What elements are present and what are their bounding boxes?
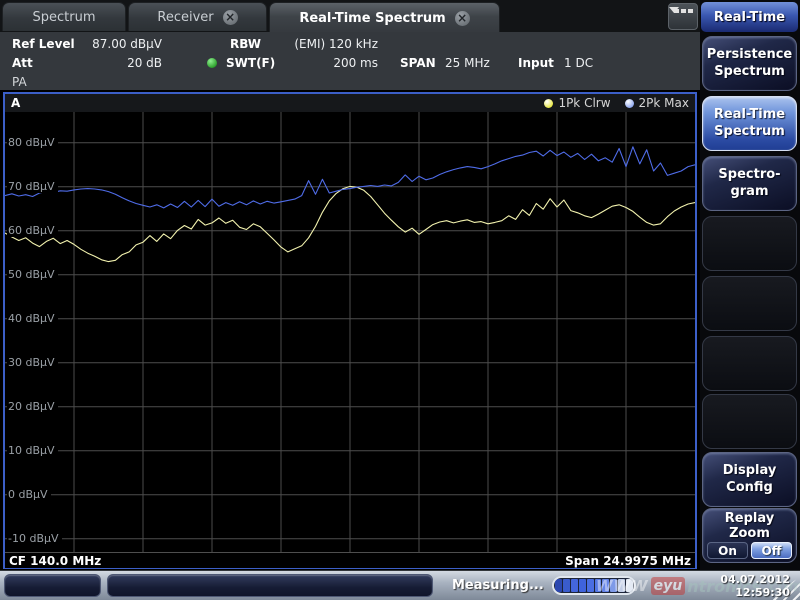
softkey-spectrogram[interactable]: Spectro- gram bbox=[702, 156, 797, 211]
status-field-1 bbox=[4, 574, 101, 597]
softkey-empty-4 bbox=[702, 394, 797, 449]
span-readout[interactable]: Span 24.9975 MHz bbox=[565, 554, 691, 568]
progress-segment bbox=[579, 579, 586, 592]
softkey-menu-title: Real-Time bbox=[701, 2, 798, 32]
tab-label: Spectrum bbox=[33, 10, 96, 25]
date-time-display: 04.07.2012 12:59:30 bbox=[720, 573, 790, 599]
y-axis-label: 30 dBµV bbox=[7, 356, 58, 369]
trace-legend: 1Pk Clrw 2Pk Max bbox=[544, 96, 689, 110]
y-axis-label: 60 dBµV bbox=[7, 224, 58, 237]
swt-value[interactable]: 200 ms bbox=[276, 56, 378, 70]
window-label: A bbox=[11, 96, 20, 110]
transducer-value[interactable]: PA bbox=[12, 75, 27, 89]
input-label: Input bbox=[518, 56, 554, 70]
date-value: 04.07.2012 bbox=[720, 573, 790, 586]
frequency-readout-bar: CF 140.0 MHz Span 24.9975 MHz bbox=[5, 552, 695, 568]
hardware-settings-bar: Ref Level 87.00 dBµV RBW (EMI) 120 kHz A… bbox=[0, 32, 700, 90]
att-label: Att bbox=[12, 56, 33, 70]
spectrum-window: A 1Pk Clrw 2Pk Max 80 dBµV 70 dBµV 60 dBµV… bbox=[3, 92, 697, 569]
plot-area[interactable]: 80 dBµV 70 dBµV 60 dBµV 50 dBµV 40 dBµV 30 dB… bbox=[5, 112, 695, 552]
progress-segment bbox=[571, 579, 578, 592]
input-value[interactable]: 1 DC bbox=[564, 56, 593, 70]
progress-segment bbox=[626, 579, 633, 592]
center-frequency-readout[interactable]: CF 140.0 MHz bbox=[9, 554, 101, 568]
replay-zoom-on-toggle[interactable]: On bbox=[707, 542, 748, 559]
progress-segment bbox=[563, 579, 570, 592]
trace2-dot-icon bbox=[625, 99, 634, 108]
trace2-legend-label: 2Pk Max bbox=[639, 96, 689, 110]
time-value: 12:59:30 bbox=[720, 586, 790, 599]
softkey-display-config[interactable]: Display Config bbox=[702, 452, 797, 507]
y-axis-label: 80 dBµV bbox=[7, 136, 58, 149]
status-bar: Measuring... WWW eyu ntronics .com 04.07… bbox=[0, 570, 800, 600]
ref-level-value[interactable]: 87.00 dBµV bbox=[78, 37, 162, 51]
tab-label: Receiver bbox=[157, 10, 213, 25]
y-axis-label: 20 dBµV bbox=[7, 400, 58, 413]
softkey-panel: Real-Time Persistence Spectrum Real-Time… bbox=[700, 0, 800, 570]
progress-segment bbox=[610, 579, 617, 592]
replay-zoom-off-toggle[interactable]: Off bbox=[751, 542, 792, 559]
att-value[interactable]: 20 dB bbox=[78, 56, 162, 70]
tab-bar: Spectrum Receiver × Real-Time Spectrum × bbox=[0, 0, 700, 32]
softkey-empty-3 bbox=[702, 336, 797, 391]
chevron-down-icon bbox=[669, 7, 679, 32]
y-axis-label: 40 dBµV bbox=[7, 312, 58, 325]
status-field-2 bbox=[107, 574, 433, 597]
sweep-progress-bar bbox=[552, 576, 636, 595]
progress-segment bbox=[595, 579, 602, 592]
swt-label: SWT(F) bbox=[226, 56, 275, 70]
measuring-status: Measuring... bbox=[452, 578, 544, 593]
tab-receiver[interactable]: Receiver × bbox=[128, 2, 267, 31]
trace1-dot-icon bbox=[544, 99, 553, 108]
y-axis-label: -10 dBµV bbox=[7, 532, 62, 545]
span-value[interactable]: 25 MHz bbox=[445, 56, 490, 70]
close-icon[interactable]: × bbox=[223, 10, 238, 25]
rbw-value[interactable]: (EMI) 120 kHz bbox=[276, 37, 378, 51]
progress-segment bbox=[587, 579, 594, 592]
y-axis-label: 50 dBµV bbox=[7, 268, 58, 281]
y-axis-label: 70 dBµV bbox=[7, 180, 58, 193]
trace-plot bbox=[5, 112, 695, 552]
progress-segment bbox=[602, 579, 609, 592]
tab-spectrum[interactable]: Spectrum bbox=[2, 2, 126, 31]
trace1-legend-label: 1Pk Clrw bbox=[558, 96, 610, 110]
sweep-led-icon bbox=[207, 58, 217, 68]
softkey-replay-zoom[interactable]: Replay Zoom On Off bbox=[702, 508, 797, 563]
display-menu-button[interactable] bbox=[668, 3, 698, 30]
trace-window-header: A 1Pk Clrw 2Pk Max bbox=[5, 94, 695, 112]
tab-realtime-spectrum[interactable]: Real-Time Spectrum × bbox=[269, 2, 500, 33]
tab-label: Real-Time Spectrum bbox=[299, 11, 445, 26]
softkey-empty-2 bbox=[702, 276, 797, 331]
ref-level-label: Ref Level bbox=[12, 37, 75, 51]
y-axis-label: 0 dBµV bbox=[7, 488, 51, 501]
y-axis-label: 10 dBµV bbox=[7, 444, 58, 457]
progress-segment bbox=[555, 579, 562, 592]
rbw-label: RBW bbox=[230, 37, 261, 51]
analyzer-screen: Spectrum Receiver × Real-Time Spectrum ×… bbox=[0, 0, 800, 600]
softkey-persistence-spectrum[interactable]: Persistence Spectrum bbox=[702, 36, 797, 91]
close-icon[interactable]: × bbox=[455, 11, 470, 26]
progress-segment bbox=[618, 579, 625, 592]
softkey-empty-1 bbox=[702, 216, 797, 271]
span-label: SPAN bbox=[400, 56, 436, 70]
softkey-real-time-spectrum[interactable]: Real-Time Spectrum bbox=[702, 96, 797, 151]
